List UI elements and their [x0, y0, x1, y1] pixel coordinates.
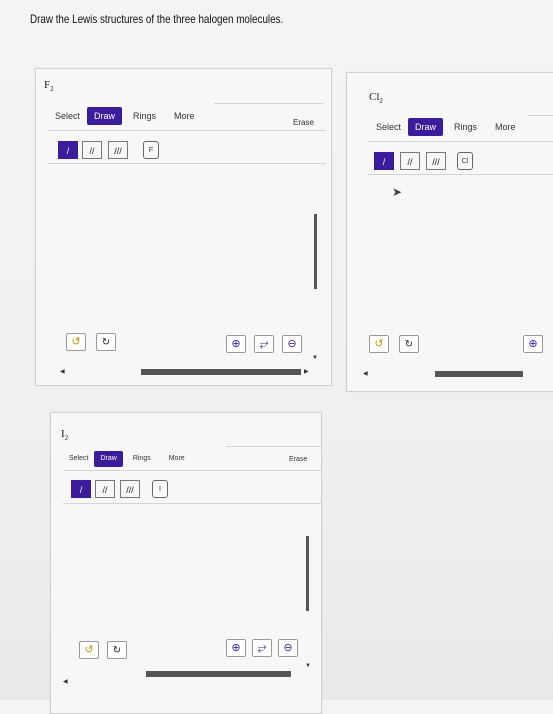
f2-molecule-label: F2	[44, 79, 54, 94]
toolbar-separator	[63, 470, 321, 471]
zoom-out-icon[interactable]: ⊖	[282, 335, 302, 353]
cl2-drawing-panel: Cl2 Select Draw Rings More / // /// Cl ➤…	[346, 72, 553, 392]
scroll-left-arrow-icon[interactable]: ◀	[60, 368, 65, 375]
erase-button[interactable]: Erase	[293, 118, 314, 127]
tab-draw[interactable]: Draw	[408, 118, 444, 136]
undo-icon[interactable]: ↺	[79, 641, 99, 659]
zoom-in-icon[interactable]: ⊕	[523, 335, 543, 353]
zoom-reset-icon[interactable]: ⥂	[254, 335, 274, 353]
atom-i-button[interactable]: I	[152, 480, 168, 498]
atom-f-button[interactable]: F	[143, 141, 159, 159]
tab-draw[interactable]: Draw	[87, 107, 123, 125]
scroll-left-arrow-icon[interactable]: ◀	[63, 678, 68, 685]
tab-rings[interactable]: Rings	[447, 118, 484, 136]
horizontal-scrollbar[interactable]	[141, 369, 301, 375]
tab-select[interactable]: Select	[48, 107, 87, 125]
toolbar-separator	[48, 130, 326, 131]
question-prompt: Draw the Lewis structures of the three h…	[30, 12, 284, 26]
tab-more[interactable]: More	[163, 451, 191, 467]
redo-icon[interactable]: ↻	[399, 335, 419, 353]
tab-rings[interactable]: Rings	[126, 107, 163, 125]
redo-icon[interactable]: ↻	[96, 333, 116, 351]
horizontal-scrollbar[interactable]	[146, 671, 291, 677]
toolbar-bottom-separator	[63, 503, 321, 504]
toolbar-bottom-separator	[48, 163, 326, 164]
erase-button[interactable]: Erase	[289, 456, 307, 463]
zoom-in-icon[interactable]: ⊕	[226, 335, 246, 353]
vertical-scrollbar[interactable]	[306, 536, 309, 611]
tab-draw[interactable]: Draw	[94, 451, 123, 467]
triple-bond-button[interactable]: ///	[426, 152, 446, 170]
single-bond-button[interactable]: /	[58, 141, 78, 159]
tab-select[interactable]: Select	[369, 118, 408, 136]
cl2-mode-tabs: Select Draw Rings More	[369, 118, 523, 136]
single-bond-button[interactable]: /	[71, 480, 91, 498]
i2-drawing-panel: I2 Select Draw Rings More Erase / // ///…	[50, 412, 322, 714]
undo-icon[interactable]: ↺	[66, 333, 86, 351]
double-bond-button[interactable]: //	[82, 141, 102, 159]
f2-mode-tabs: Select Draw Rings More	[48, 107, 202, 125]
tab-rings[interactable]: Rings	[127, 451, 157, 467]
vertical-scrollbar[interactable]	[314, 214, 317, 289]
double-bond-button[interactable]: //	[400, 152, 420, 170]
scroll-left-arrow-icon[interactable]: ◀	[363, 370, 368, 377]
toolbar-top-separator	[527, 115, 553, 116]
tab-more[interactable]: More	[167, 107, 202, 125]
i2-molecule-label: I2	[61, 428, 69, 443]
double-bond-button[interactable]: //	[95, 480, 115, 498]
zoom-reset-icon[interactable]: ⥂	[252, 639, 272, 657]
mouse-pointer-icon: ➤	[392, 185, 403, 199]
scroll-down-arrow-icon[interactable]: ▼	[305, 663, 311, 669]
triple-bond-button[interactable]: ///	[108, 141, 128, 159]
f2-drawing-panel: F2 Select Draw Rings More Erase / // ///…	[35, 68, 332, 386]
tab-select[interactable]: Select	[63, 451, 94, 467]
redo-icon[interactable]: ↻	[107, 641, 127, 659]
atom-cl-button[interactable]: Cl	[457, 152, 473, 170]
toolbar-top-separator	[226, 446, 321, 447]
i2-mode-tabs: Select Draw Rings More	[63, 451, 191, 467]
toolbar-bottom-separator	[367, 174, 553, 175]
zoom-in-icon[interactable]: ⊕	[226, 639, 246, 657]
undo-icon[interactable]: ↺	[369, 335, 389, 353]
single-bond-button[interactable]: /	[374, 152, 394, 170]
triple-bond-button[interactable]: ///	[120, 480, 140, 498]
cl2-molecule-label: Cl2	[369, 91, 383, 106]
horizontal-scrollbar[interactable]	[435, 371, 523, 377]
tab-more[interactable]: More	[488, 118, 523, 136]
toolbar-separator	[367, 141, 553, 142]
scroll-down-arrow-icon[interactable]: ▼	[312, 355, 318, 361]
toolbar-top-separator	[214, 103, 324, 104]
scroll-right-arrow-icon[interactable]: ▶	[304, 368, 309, 375]
zoom-out-icon[interactable]: ⊖	[278, 639, 298, 657]
